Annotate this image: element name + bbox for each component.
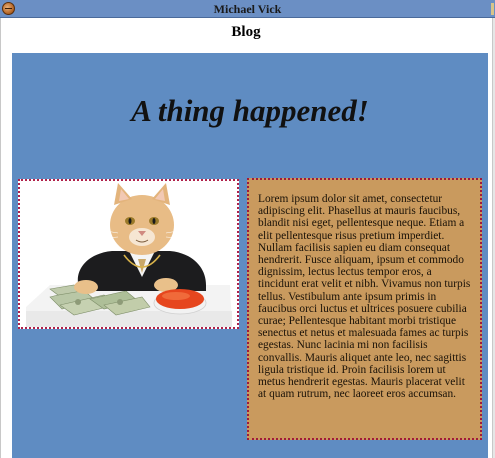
caviar-plate [153,289,207,315]
post-body-box: Lorem ipsum dolor sit amet, consectetur … [247,178,482,440]
browser-window: Michael Vick Blog A thing happened! Lore… [0,0,495,458]
titlebar-edge [491,3,494,15]
post-photo [18,179,239,329]
post-body-text: Lorem ipsum dolor sit amet, consectetur … [258,193,471,401]
blog-post-container: A thing happened! Lorem ipsum dolor sit … [12,53,488,458]
page-header: Blog [231,24,261,40]
window-titlebar[interactable]: Michael Vick [0,0,495,18]
cat-photo-image [20,181,237,327]
post-headline: A thing happened! [131,93,369,128]
window-title: Michael Vick [213,2,282,16]
window-frame-left [0,18,1,458]
